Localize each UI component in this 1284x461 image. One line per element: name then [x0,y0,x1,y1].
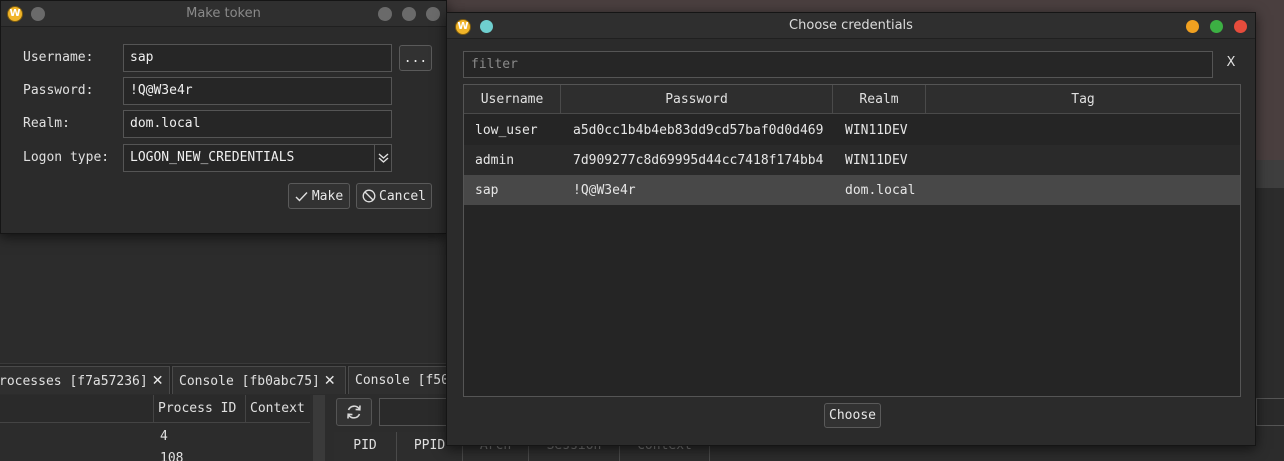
make-token-dialog: W Make token Username: sap ... Password:… [0,0,447,234]
column-realm[interactable]: Realm [833,85,926,114]
table-row[interactable]: admin 7d909277c8d69995d44cc7418f174bb4 W… [464,145,1240,175]
maximize-icon[interactable] [1210,20,1223,33]
window-title: Choose credentials [789,18,913,33]
close-icon[interactable]: ✕ [152,373,164,389]
password-cell: a5d0cc1b4b4eb83dd9cd57baf0d0d469 [573,123,824,138]
username-cell: admin [475,153,515,168]
make-button[interactable]: Make [288,183,350,209]
cancel-label: Cancel [379,188,426,204]
cancel-button[interactable]: Cancel [356,183,432,209]
maximize-icon[interactable] [402,7,416,21]
close-icon[interactable] [426,7,440,21]
column-pid[interactable]: PID [334,432,397,461]
username-field[interactable]: sap [123,44,392,72]
table-header: Username Password Realm Tag [464,85,1240,114]
logon-type-value: LOGON_NEW_CREDENTIALS [130,150,295,165]
refresh-icon [347,405,361,419]
close-icon[interactable] [1234,20,1247,33]
realm-cell: WIN11DEV [845,123,908,138]
process-id-cell[interactable]: 4 [160,429,168,444]
make-label: Make [311,188,344,204]
close-icon[interactable]: ✕ [324,373,336,389]
title-bar[interactable]: W Make token [1,1,446,27]
realm-cell: dom.local [845,183,916,198]
cancel-icon [362,189,376,203]
tab-console[interactable]: Console [fb0abc75] ✕ [172,366,346,394]
session-tab-bar: rocesses [f7a57236] ✕ Console [fb0abc75] ✕… [0,363,468,394]
refresh-button[interactable] [336,398,372,426]
clear-filter-button[interactable]: X [1223,55,1239,75]
password-label: Password: [23,83,94,98]
title-bar[interactable]: W Choose credentials [447,13,1255,39]
tab-label: Console [fb0abc75] [179,374,320,389]
process-id-cell[interactable]: 108 [160,451,183,461]
credentials-table: Username Password Realm Tag low_user a5d… [463,84,1241,397]
command-input-end[interactable] [1256,398,1284,426]
password-field[interactable]: !Q@W3e4r [123,77,392,105]
chevron-down-icon[interactable] [374,145,391,171]
table-row[interactable]: low_user a5d0cc1b4b4eb83dd9cd57baf0d0d46… [464,115,1240,145]
browse-credentials-button[interactable]: ... [399,45,432,71]
password-cell: !Q@W3e4r [573,183,636,198]
browse-label: ... [403,50,428,66]
username-label: Username: [23,50,94,65]
choose-label: Choose [829,408,876,423]
realm-label: Realm: [23,116,70,131]
username-cell: sap [475,183,499,198]
table-row-selected[interactable]: sap !Q@W3e4r dom.local [464,175,1240,205]
password-cell: 7d909277c8d69995d44cc7418f174bb4 [573,153,824,168]
tab-processes[interactable]: rocesses [f7a57236] ✕ [0,366,170,394]
minimize-icon[interactable] [378,7,392,21]
column-password[interactable]: Password [561,85,833,114]
choose-button[interactable]: Choose [824,403,881,428]
filter-input[interactable]: filter [463,51,1213,78]
realm-cell: WIN11DEV [845,153,908,168]
scrollbar[interactable] [313,395,325,461]
logon-type-label: Logon type: [23,150,110,165]
process-table-header: Process ID Context [0,395,310,423]
choose-credentials-dialog: W Choose credentials filter X Username P… [446,12,1256,446]
logon-type-select[interactable]: LOGON_NEW_CREDENTIALS [123,144,392,172]
column-process-id[interactable]: Process ID [153,395,245,423]
tab-label: Console [f50 [355,373,449,388]
column-context[interactable]: Context [245,395,310,423]
checkmark-icon [295,191,308,202]
minimize-icon[interactable] [1186,20,1199,33]
column-username[interactable]: Username [464,85,561,114]
realm-field[interactable]: dom.local [123,110,392,138]
username-cell: low_user [475,123,538,138]
column-tag[interactable]: Tag [926,85,1240,114]
tab-label: rocesses [f7a57236] [0,374,148,389]
